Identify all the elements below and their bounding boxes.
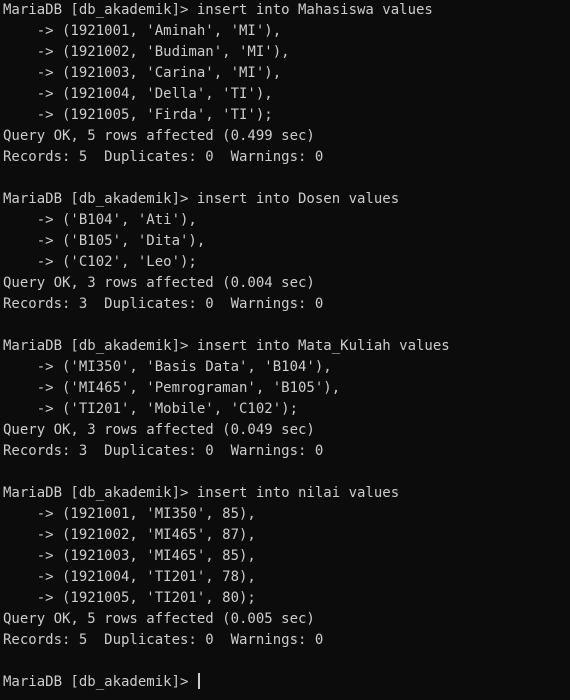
terminal-line: -> ('C102', 'Leo'); (3, 254, 197, 270)
terminal-line: MariaDB [db_akademik]> insert into Dosen… (3, 191, 400, 207)
terminal-line: -> ('B105', 'Dita'), (3, 233, 206, 249)
terminal-line: -> (1921005, 'Firda', 'TI'); (3, 107, 273, 123)
terminal-line: MariaDB [db_akademik]> insert into Mata_… (3, 338, 450, 354)
terminal-line: -> (1921002, 'Budiman', 'MI'), (3, 44, 290, 60)
terminal-line: -> (1921003, 'Carina', 'MI'), (3, 65, 282, 81)
terminal-line: MariaDB [db_akademik]> insert into nilai… (3, 485, 400, 501)
terminal-line: -> (1921001, 'MI350', 85), (3, 506, 256, 522)
terminal-line: Records: 3 Duplicates: 0 Warnings: 0 (3, 443, 324, 459)
terminal-line: -> (1921001, 'Aminah', 'MI'), (3, 23, 282, 39)
command-prompt: MariaDB [db_akademik]> (3, 674, 197, 690)
terminal-line: -> (1921002, 'MI465', 87), (3, 527, 256, 543)
terminal-line: -> (1921004, 'TI201', 78), (3, 569, 256, 585)
terminal-line: -> ('TI201', 'Mobile', 'C102'); (3, 401, 299, 417)
command-input-line[interactable]: MariaDB [db_akademik]> (3, 672, 570, 693)
terminal-window[interactable]: MariaDB [db_akademik]> insert into Mahas… (0, 0, 570, 700)
terminal-line: Query OK, 3 rows affected (0.049 sec) (3, 422, 315, 438)
terminal-line: -> ('MI350', 'Basis Data', 'B104'), (3, 359, 332, 375)
terminal-line: -> ('B104', 'Ati'), (3, 212, 197, 228)
terminal-line: MariaDB [db_akademik]> insert into Mahas… (3, 2, 433, 18)
terminal-line: -> (1921004, 'Della', 'TI'), (3, 86, 273, 102)
terminal-line: -> (1921005, 'TI201', 80); (3, 590, 256, 606)
terminal-line: Records: 3 Duplicates: 0 Warnings: 0 (3, 296, 324, 312)
text-cursor (197, 673, 200, 689)
terminal-line: Query OK, 3 rows affected (0.004 sec) (3, 275, 315, 291)
terminal-line: -> ('MI465', 'Pemrograman', 'B105'), (3, 380, 341, 396)
terminal-line: Records: 5 Duplicates: 0 Warnings: 0 (3, 632, 324, 648)
terminal-line: -> (1921003, 'MI465', 85), (3, 548, 256, 564)
terminal-line: Query OK, 5 rows affected (0.499 sec) (3, 128, 315, 144)
terminal-line: Records: 5 Duplicates: 0 Warnings: 0 (3, 149, 324, 165)
terminal-line: Query OK, 5 rows affected (0.005 sec) (3, 611, 315, 627)
